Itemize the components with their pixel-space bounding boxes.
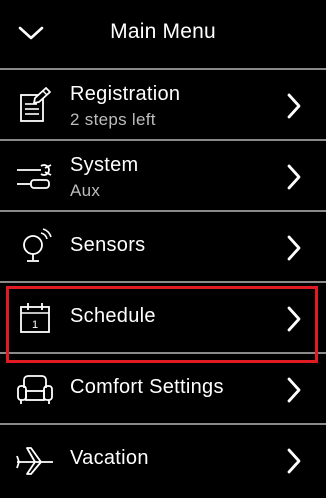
menu-item-system[interactable]: System Aux: [0, 139, 326, 210]
registration-form-icon: [14, 84, 56, 126]
svg-text:1: 1: [32, 319, 38, 331]
menu-item-comfort-settings[interactable]: Comfort Settings: [0, 352, 326, 423]
page-title: Main Menu: [110, 20, 216, 43]
main-menu-list: Registration 2 steps left System Aux Sen…: [0, 68, 326, 494]
menu-item-schedule[interactable]: 1 Schedule: [0, 281, 326, 352]
chevron-right-icon: [284, 305, 304, 333]
menu-item-registration[interactable]: Registration 2 steps left: [0, 68, 326, 139]
menu-item-sensors[interactable]: Sensors: [0, 210, 326, 281]
armchair-icon: [14, 368, 56, 410]
chevron-right-icon: [284, 234, 304, 262]
menu-item-label: Registration: [70, 83, 181, 105]
menu-item-label: Comfort Settings: [70, 376, 224, 398]
chevron-right-icon: [284, 376, 304, 404]
calendar-icon: 1: [14, 297, 56, 339]
chevron-right-icon: [284, 163, 304, 191]
menu-item-sublabel: 2 steps left: [70, 110, 156, 129]
sensor-icon: [14, 226, 56, 268]
menu-item-label: System: [70, 154, 139, 176]
menu-item-vacation[interactable]: Vacation: [0, 423, 326, 494]
menu-item-label: Sensors: [70, 234, 146, 256]
menu-item-sublabel: Aux: [70, 181, 101, 200]
menu-item-label: Vacation: [70, 447, 149, 469]
tools-icon: [14, 155, 56, 197]
chevron-right-icon: [284, 92, 304, 120]
chevron-right-icon: [284, 447, 304, 475]
menu-item-label: Schedule: [70, 305, 156, 327]
airplane-icon: [14, 439, 56, 481]
header: Main Menu: [0, 0, 326, 68]
